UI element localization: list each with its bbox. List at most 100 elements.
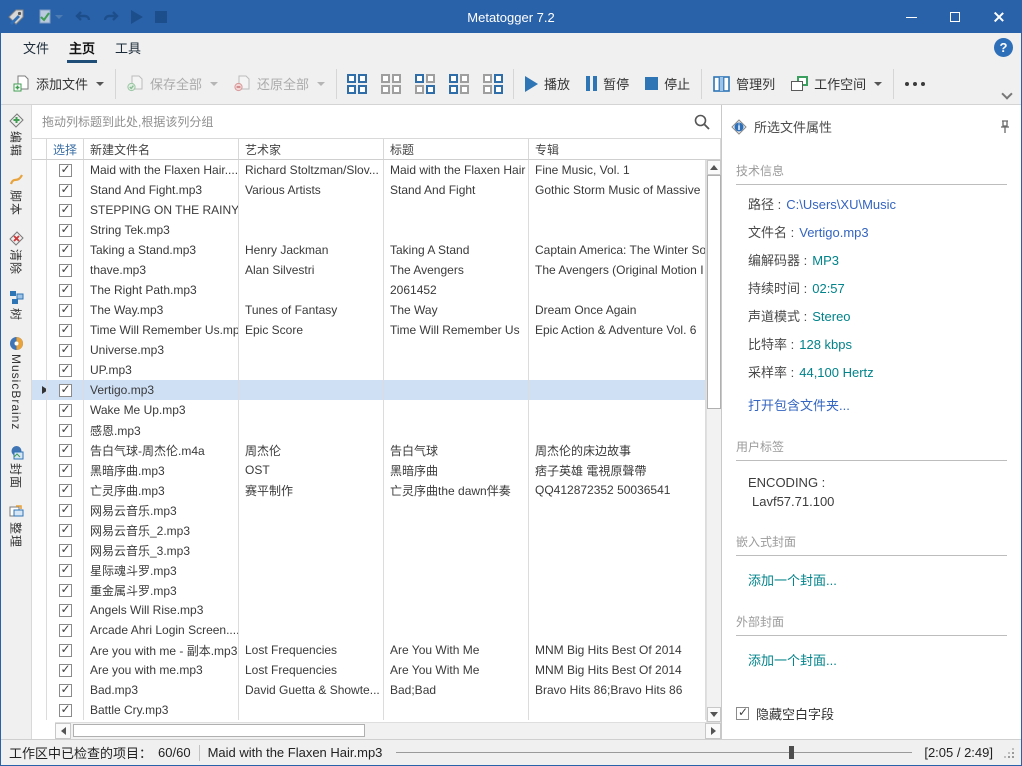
cell-filename[interactable]: Universe.mp3 xyxy=(84,340,239,360)
scroll-up-button[interactable] xyxy=(707,160,721,175)
grouping-bar[interactable]: 拖动列标题到此处,根据该列分组 xyxy=(32,105,721,139)
vertical-scroll-thumb[interactable] xyxy=(707,175,721,409)
cell-album[interactable]: MNM Big Hits Best Of 2014 xyxy=(529,640,706,660)
cell-album[interactable] xyxy=(529,580,706,600)
cell-album[interactable] xyxy=(529,280,706,300)
table-row[interactable]: 重金属斗罗.mp3 xyxy=(32,580,706,600)
minimize-button[interactable] xyxy=(889,1,933,33)
row-checkbox[interactable] xyxy=(59,304,72,317)
cell-title[interactable]: Stand And Fight xyxy=(384,180,529,200)
table-row[interactable]: Wake Me Up.mp3 xyxy=(32,400,706,420)
cell-filename[interactable]: Maid with the Flaxen Hair.... xyxy=(84,160,239,180)
cell-title[interactable] xyxy=(384,520,529,540)
table-row[interactable]: 网易云音乐.mp3 xyxy=(32,500,706,520)
restore-all-dropdown-icon[interactable] xyxy=(317,82,325,86)
row-checkbox[interactable] xyxy=(59,324,72,337)
cell-filename[interactable]: Angels Will Rise.mp3 xyxy=(84,600,239,620)
row-checkbox[interactable] xyxy=(59,384,72,397)
close-button[interactable] xyxy=(977,1,1021,33)
cell-filename[interactable]: 亡灵序曲.mp3 xyxy=(84,480,239,500)
table-row[interactable]: Maid with the Flaxen Hair.... Richard St… xyxy=(32,160,706,180)
cell-artist[interactable]: Henry Jackman xyxy=(239,240,384,260)
cell-artist[interactable]: Alan Silvestri xyxy=(239,260,384,280)
qat-save-dropdown-icon[interactable] xyxy=(55,15,63,19)
sidebar-item-organize[interactable]: 整理 xyxy=(8,504,25,548)
cell-title[interactable] xyxy=(384,500,529,520)
save-all-dropdown-icon[interactable] xyxy=(210,82,218,86)
pin-icon[interactable] xyxy=(999,120,1011,134)
sidebar-item-clean[interactable]: 清除 xyxy=(8,231,25,275)
cell-filename[interactable]: Taking a Stand.mp3 xyxy=(84,240,239,260)
cell-album[interactable]: Dream Once Again xyxy=(529,300,706,320)
cell-title[interactable] xyxy=(384,620,529,640)
table-row[interactable]: Are you with me - 副本.mp3 Lost Frequencie… xyxy=(32,640,706,660)
invert-check-button[interactable] xyxy=(408,68,442,100)
check-all-button[interactable] xyxy=(340,68,374,100)
cell-title[interactable] xyxy=(384,560,529,580)
row-checkbox[interactable] xyxy=(59,424,72,437)
cell-title[interactable]: 2061452 xyxy=(384,280,529,300)
cell-artist[interactable] xyxy=(239,700,384,720)
uncheck-selected-button[interactable] xyxy=(476,68,510,100)
vertical-scrollbar[interactable] xyxy=(706,160,721,722)
cell-album[interactable]: Captain America: The Winter Sol xyxy=(529,240,706,260)
add-files-button[interactable]: 添加文件 xyxy=(5,68,112,100)
cell-title[interactable]: 亡灵序曲the dawn伴奏 xyxy=(384,480,529,500)
cell-title[interactable]: 告白气球 xyxy=(384,440,529,460)
cell-title[interactable] xyxy=(384,700,529,720)
row-checkbox[interactable] xyxy=(59,264,72,277)
table-row[interactable]: STEPPING ON THE RAINY... xyxy=(32,200,706,220)
cell-album[interactable] xyxy=(529,560,706,580)
qat-play-button[interactable] xyxy=(125,1,149,33)
cell-filename[interactable]: Wake Me Up.mp3 xyxy=(84,400,239,420)
cell-title[interactable] xyxy=(384,340,529,360)
table-row[interactable]: 星际魂斗罗.mp3 xyxy=(32,560,706,580)
table-row[interactable]: UP.mp3 xyxy=(32,360,706,380)
cell-album[interactable]: Bravo Hits 86;Bravo Hits 86 xyxy=(529,680,706,700)
check-selected-button[interactable] xyxy=(442,68,476,100)
cell-filename[interactable]: STEPPING ON THE RAINY... xyxy=(84,200,239,220)
row-checkbox[interactable] xyxy=(59,204,72,217)
cell-title[interactable]: Taking A Stand xyxy=(384,240,529,260)
cell-artist[interactable]: Tunes of Fantasy xyxy=(239,300,384,320)
cell-artist[interactable] xyxy=(239,500,384,520)
scroll-right-button[interactable] xyxy=(705,723,721,739)
horizontal-scroll-thumb[interactable] xyxy=(73,724,365,737)
row-checkbox[interactable] xyxy=(59,504,72,517)
qat-save-all-button[interactable] xyxy=(31,1,69,33)
cell-title[interactable]: Time Will Remember Us xyxy=(384,320,529,340)
cell-title[interactable] xyxy=(384,380,529,400)
table-row[interactable]: Time Will Remember Us.mp3 Epic Score Tim… xyxy=(32,320,706,340)
row-checkbox[interactable] xyxy=(59,544,72,557)
table-row[interactable]: 网易云音乐_3.mp3 xyxy=(32,540,706,560)
header-artist[interactable]: 艺术家 xyxy=(239,139,384,159)
table-row[interactable]: 网易云音乐_2.mp3 xyxy=(32,520,706,540)
row-checkbox[interactable] xyxy=(59,584,72,597)
cell-artist[interactable]: Various Artists xyxy=(239,180,384,200)
table-row[interactable]: Taking a Stand.mp3 Henry Jackman Taking … xyxy=(32,240,706,260)
row-checkbox[interactable] xyxy=(59,364,72,377)
cell-artist[interactable] xyxy=(239,540,384,560)
cell-artist[interactable]: Epic Score xyxy=(239,320,384,340)
cell-filename[interactable]: 网易云音乐_3.mp3 xyxy=(84,540,239,560)
cell-album[interactable] xyxy=(529,520,706,540)
cell-filename[interactable]: 星际魂斗罗.mp3 xyxy=(84,560,239,580)
sidebar-item-scripts[interactable]: 脚本 xyxy=(8,172,25,216)
cell-artist[interactable] xyxy=(239,420,384,440)
cell-artist[interactable] xyxy=(239,560,384,580)
row-checkbox[interactable] xyxy=(59,704,72,717)
manage-columns-button[interactable]: 管理列 xyxy=(705,68,783,100)
cell-filename[interactable]: 重金属斗罗.mp3 xyxy=(84,580,239,600)
cell-title[interactable] xyxy=(384,220,529,240)
table-row[interactable]: 告白气球-周杰伦.m4a 周杰伦 告白气球 周杰伦的床边故事 xyxy=(32,440,706,460)
table-row[interactable]: 感恩.mp3 xyxy=(32,420,706,440)
row-checkbox[interactable] xyxy=(59,604,72,617)
row-checkbox[interactable] xyxy=(59,484,72,497)
more-commands-button[interactable] xyxy=(897,68,933,100)
cell-album[interactable] xyxy=(529,700,706,720)
uncheck-all-button[interactable] xyxy=(374,68,408,100)
cell-artist[interactable]: OST xyxy=(239,460,384,480)
cell-filename[interactable]: Are you with me - 副本.mp3 xyxy=(84,640,239,660)
cell-album[interactable] xyxy=(529,220,706,240)
cell-title[interactable] xyxy=(384,540,529,560)
